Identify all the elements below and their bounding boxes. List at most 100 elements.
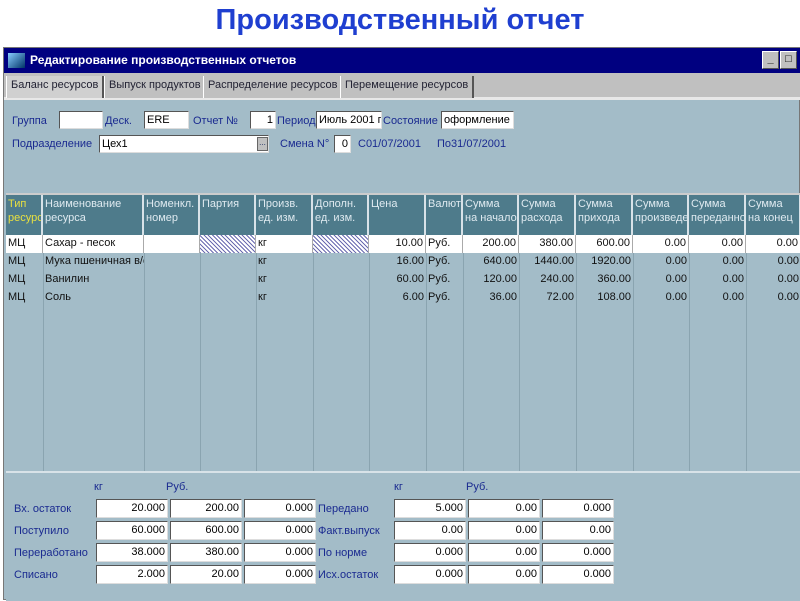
cell-sum-transferred[interactable]: 0.00 [689,271,746,289]
cell-name[interactable]: Соль [43,289,144,307]
summary-field[interactable]: 0.00 [468,521,540,540]
summary-field[interactable]: 0.000 [542,565,614,584]
cell-sum-transferred[interactable]: 0.00 [689,289,746,307]
summary-field[interactable]: 0.000 [244,499,316,518]
cell-nomenclature[interactable] [144,271,200,289]
summary-field[interactable]: 0.00 [542,521,614,540]
header-name[interactable]: Наименование ресурса [43,195,144,235]
cell-sum-start[interactable]: 36.00 [463,289,519,307]
cell-sum-expense[interactable]: 1440.00 [519,253,576,271]
cell-nomenclature[interactable] [144,235,200,253]
cell-price[interactable]: 10.00 [369,235,426,253]
header-sum-income[interactable]: Сумма прихода [576,195,633,235]
cell-sum-start[interactable]: 640.00 [463,253,519,271]
cell-sum-expense[interactable]: 240.00 [519,271,576,289]
header-type[interactable]: Тип ресурс [6,195,43,235]
summary-field[interactable]: 60.000 [96,521,168,540]
cell-sum-end[interactable]: 0.00 [746,235,800,253]
cell-type[interactable]: МЦ [6,271,43,289]
header-price[interactable]: Цена [369,195,426,235]
shift-field[interactable]: 0 [334,135,351,153]
header-sum-transferred[interactable]: Сумма переданно [689,195,746,235]
summary-field[interactable]: 2.000 [96,565,168,584]
cell-sum-expense[interactable]: 380.00 [519,235,576,253]
cell-sum-income[interactable]: 1920.00 [576,253,633,271]
cell-sum-income[interactable]: 600.00 [576,235,633,253]
summary-field[interactable]: 20.00 [170,565,242,584]
summary-field[interactable]: 0.000 [542,499,614,518]
summary-field[interactable]: 600.00 [170,521,242,540]
minimize-icon[interactable]: _ [762,51,779,69]
cell-type[interactable]: МЦ [6,289,43,307]
header-extra-unit[interactable]: Дополн. ед. изм. [313,195,369,235]
cell-sum-produced[interactable]: 0.00 [633,235,689,253]
cell-nomenclature[interactable] [144,289,200,307]
table-row[interactable]: МЦ Сахар - песок кг 10.00 Руб. 200.00 380.00 60… [6,235,800,253]
cell-currency[interactable]: Руб. [426,235,463,253]
cell-sum-produced[interactable]: 0.00 [633,289,689,307]
cell-sum-produced[interactable]: 0.00 [633,253,689,271]
cell-sum-end[interactable]: 0.00 [746,289,800,307]
tab-product-output[interactable]: Выпуск продуктов [104,76,207,98]
cell-name[interactable]: Ванилин [43,271,144,289]
cell-type[interactable]: МЦ [6,235,43,253]
tab-resource-distribution[interactable]: Распределение ресурсов [203,76,344,98]
cell-batch[interactable] [200,253,256,271]
summary-field[interactable]: 0.00 [394,521,466,540]
cell-sum-expense[interactable]: 72.00 [519,289,576,307]
header-sum-end[interactable]: Сумма на конец [746,195,800,235]
summary-field[interactable]: 0.000 [244,565,316,584]
header-sum-start[interactable]: Сумма на начало [463,195,519,235]
department-browse-button[interactable]: ... [257,137,268,151]
summary-field[interactable]: 0.000 [244,543,316,562]
summary-field[interactable]: 0.00 [468,543,540,562]
header-sum-produced[interactable]: Сумма произведе [633,195,689,235]
summary-field[interactable]: 20.000 [96,499,168,518]
period-field[interactable]: Июль 2001 г. [316,111,382,129]
header-nomenclature[interactable]: Номенкл. номер [144,195,200,235]
cell-sum-start[interactable]: 200.00 [463,235,519,253]
report-number-field[interactable]: 1 [250,111,276,129]
cell-sum-end[interactable]: 0.00 [746,253,800,271]
cell-price[interactable]: 16.00 [369,253,426,271]
summary-field[interactable]: 0.000 [542,543,614,562]
header-currency[interactable]: Валюта [426,195,463,235]
header-batch[interactable]: Партия [200,195,256,235]
header-prod-unit[interactable]: Произв. ед. изм. [256,195,313,235]
summary-field[interactable]: 0.00 [468,565,540,584]
cell-sum-produced[interactable]: 0.00 [633,271,689,289]
summary-field[interactable]: 200.00 [170,499,242,518]
cell-prod-unit[interactable]: кг [256,253,313,271]
cell-currency[interactable]: Руб. [426,289,463,307]
cell-sum-end[interactable]: 0.00 [746,271,800,289]
cell-extra-unit[interactable] [313,253,369,271]
summary-field[interactable]: 0.00 [468,499,540,518]
table-row[interactable]: МЦ Мука пшеничная в/с кг 16.00 Руб. 640.00 144… [6,253,800,271]
cell-currency[interactable]: Руб. [426,271,463,289]
cell-sum-start[interactable]: 120.00 [463,271,519,289]
table-row[interactable]: МЦ Соль кг 6.00 Руб. 36.00 72.00 108.00 0.00 0.00… [6,289,800,307]
cell-extra-unit[interactable] [313,289,369,307]
tab-resource-balance[interactable]: Баланс ресурсов [6,76,105,98]
cell-nomenclature[interactable] [144,253,200,271]
cell-sum-income[interactable]: 108.00 [576,289,633,307]
maximize-icon[interactable]: □ [780,51,797,69]
summary-field[interactable]: 0.000 [244,521,316,540]
cell-price[interactable]: 6.00 [369,289,426,307]
cell-sum-transferred[interactable]: 0.00 [689,235,746,253]
cell-prod-unit[interactable]: кг [256,235,313,253]
summary-field[interactable]: 0.000 [394,543,466,562]
cell-extra-unit[interactable] [313,235,369,253]
table-row[interactable]: МЦ Ванилин кг 60.00 Руб. 120.00 240.00 360.00 0.… [6,271,800,289]
cell-batch[interactable] [200,271,256,289]
cell-currency[interactable]: Руб. [426,253,463,271]
department-field[interactable]: Цех1 [99,135,269,153]
cell-sum-income[interactable]: 360.00 [576,271,633,289]
summary-field[interactable]: 38.000 [96,543,168,562]
header-sum-expense[interactable]: Сумма расхода [519,195,576,235]
cell-name[interactable]: Мука пшеничная в/с [43,253,144,271]
cell-batch[interactable] [200,289,256,307]
cell-type[interactable]: МЦ [6,253,43,271]
summary-field[interactable]: 0.000 [394,565,466,584]
cell-batch[interactable] [200,235,256,253]
